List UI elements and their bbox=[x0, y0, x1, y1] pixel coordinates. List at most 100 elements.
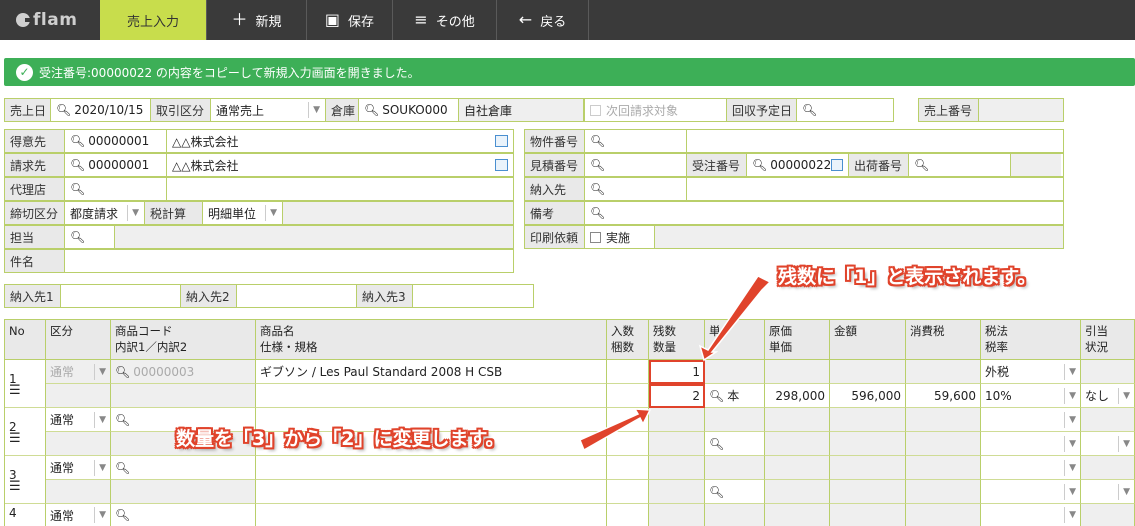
new-button[interactable]: ＋ 新規 bbox=[207, 0, 307, 40]
tab-sales-input[interactable]: 売上入力 bbox=[100, 0, 207, 40]
row-irisu[interactable] bbox=[607, 456, 649, 480]
row-status-select[interactable]: なし ▼ bbox=[1081, 384, 1135, 408]
row-price-input[interactable] bbox=[765, 480, 830, 504]
chevron-down-icon: ▼ bbox=[1064, 483, 1076, 500]
row-code-field[interactable]: 🔍︎ bbox=[111, 456, 256, 480]
col-code-sub-label: 内訳1／内訳2 bbox=[115, 340, 188, 354]
top-toolbar: flam 売上入力 ＋ 新規 ▣ 保存 ≡ その他 ← 戻る bbox=[0, 0, 1135, 40]
row-amount bbox=[830, 480, 906, 504]
row-price-input[interactable] bbox=[765, 432, 830, 456]
row-rate-select[interactable]: 10% ▼ bbox=[981, 384, 1081, 408]
row-konsu[interactable] bbox=[607, 432, 649, 456]
row-spec-field[interactable] bbox=[256, 480, 607, 504]
row-unit-field[interactable]: 🔍︎ bbox=[705, 432, 765, 456]
row-tax-top bbox=[906, 456, 981, 480]
delivery1-input[interactable] bbox=[61, 285, 181, 307]
search-icon: 🔍︎ bbox=[590, 158, 606, 172]
delivery2-input[interactable] bbox=[237, 285, 357, 307]
row-kubun-select[interactable]: 通常 ▼ bbox=[46, 360, 111, 384]
shipping-filler bbox=[1011, 154, 1061, 176]
row-irisu[interactable] bbox=[607, 504, 649, 526]
row-unit-field[interactable]: 🔍︎ 本 bbox=[705, 384, 765, 408]
row-irisu[interactable] bbox=[607, 408, 649, 432]
tax-calc-select[interactable]: 明細単位 ▼ bbox=[203, 202, 283, 224]
row-taxlaw-select[interactable]: 外税 ▼ bbox=[981, 360, 1081, 384]
estimate-field[interactable]: 🔍︎ bbox=[585, 154, 687, 176]
row-konsu[interactable] bbox=[607, 480, 649, 504]
next-billing-checkbox[interactable]: 次回請求対象 bbox=[585, 99, 727, 121]
drag-handle-icon[interactable]: ☰ bbox=[9, 480, 21, 493]
delivery3-input[interactable] bbox=[413, 285, 533, 307]
row-kubun-select[interactable]: 通常 ▼ bbox=[46, 504, 111, 526]
row-rate-select[interactable]: ▼ bbox=[981, 432, 1081, 456]
row-hikiate-top bbox=[1081, 408, 1135, 432]
lookup-icon[interactable] bbox=[831, 159, 843, 171]
row-hikiate-top bbox=[1081, 456, 1135, 480]
estimate-row: 見積番号 🔍︎ 受注番号 🔍︎ 00000022 出荷番号 🔍︎ bbox=[524, 153, 1064, 177]
row-rate-select[interactable]: ▼ bbox=[981, 480, 1081, 504]
print-label: 印刷依頼 bbox=[525, 226, 585, 248]
row-taxlaw-select[interactable]: ▼ bbox=[981, 504, 1081, 526]
drag-handle-icon[interactable]: ☰ bbox=[9, 432, 21, 445]
customer-code-field[interactable]: 🔍︎ 00000001 bbox=[65, 130, 167, 152]
delivery-field[interactable]: 🔍︎ bbox=[585, 178, 687, 200]
checkbox-icon bbox=[590, 231, 601, 243]
remarks-field[interactable]: 🔍︎ bbox=[585, 202, 1063, 224]
customer-name-field[interactable]: △△株式会社 bbox=[167, 130, 513, 152]
row-name-field[interactable]: ギブソン / Les Paul Standard 2008 H CSB bbox=[256, 360, 607, 384]
save-button[interactable]: ▣ 保存 bbox=[307, 0, 393, 40]
row-name-field[interactable] bbox=[256, 504, 607, 526]
search-icon: 🔍︎ bbox=[590, 134, 606, 148]
col-irisu-label: 入数 bbox=[611, 324, 634, 338]
col-zan-sub-label: 数量 bbox=[653, 340, 676, 354]
row-price-input[interactable]: 298,000 bbox=[765, 384, 830, 408]
warehouse-code-field[interactable]: 🔍︎ SOUKO000 bbox=[359, 99, 459, 121]
closing-select[interactable]: 都度請求 ▼ bbox=[65, 202, 145, 224]
row-qty-input[interactable] bbox=[649, 432, 705, 456]
billing-name-field[interactable]: △△株式会社 bbox=[167, 154, 513, 176]
agent-code-field[interactable]: 🔍︎ bbox=[65, 178, 167, 200]
sales-date-field[interactable]: 🔍︎ 2020/10/15 bbox=[51, 99, 151, 121]
row-konsu[interactable] bbox=[607, 384, 649, 408]
drag-handle-icon[interactable]: ☰ bbox=[9, 384, 21, 397]
row-spec-field[interactable] bbox=[256, 384, 607, 408]
col-amount: 金額 bbox=[830, 320, 906, 360]
row-irisu[interactable] bbox=[607, 360, 649, 384]
row-name-field[interactable] bbox=[256, 456, 607, 480]
row-status-select[interactable]: ▼ bbox=[1081, 480, 1135, 504]
row-amount: 596,000 bbox=[830, 384, 906, 408]
row-kubun-select[interactable]: 通常 ▼ bbox=[46, 408, 111, 432]
more-button[interactable]: ≡ その他 bbox=[393, 0, 497, 40]
row-taxlaw-select[interactable]: ▼ bbox=[981, 456, 1081, 480]
person-field[interactable]: 🔍︎ bbox=[65, 226, 115, 248]
property-field[interactable]: 🔍︎ bbox=[585, 130, 687, 152]
row-amount-top bbox=[830, 360, 906, 384]
closing-label: 締切区分 bbox=[5, 202, 65, 224]
row-qty-input[interactable]: 2 bbox=[649, 384, 705, 408]
order-field[interactable]: 🔍︎ 00000022 bbox=[747, 154, 849, 176]
row-unit-field[interactable]: 🔍︎ bbox=[705, 480, 765, 504]
back-button[interactable]: ← 戻る bbox=[497, 0, 589, 40]
lookup-icon[interactable] bbox=[495, 159, 508, 171]
collection-date-field[interactable]: 🔍︎ bbox=[797, 99, 893, 121]
row-taxlaw-select[interactable]: ▼ bbox=[981, 408, 1081, 432]
row-hikiate-top bbox=[1081, 504, 1135, 526]
row-unit-top bbox=[705, 456, 765, 480]
row-kubun-select[interactable]: 通常 ▼ bbox=[46, 456, 111, 480]
col-cost-label: 原価 bbox=[769, 324, 792, 338]
lookup-icon[interactable] bbox=[495, 135, 508, 147]
search-icon: 🔍︎ bbox=[709, 388, 725, 403]
row-qty-input[interactable] bbox=[649, 480, 705, 504]
row-tax: 59,600 bbox=[906, 384, 981, 408]
row-code-field[interactable]: 🔍︎ 00000003 bbox=[111, 360, 256, 384]
billing-code-field[interactable]: 🔍︎ 00000001 bbox=[65, 154, 167, 176]
print-checkbox[interactable]: 実施 bbox=[585, 226, 655, 248]
warehouse-code-value: SOUKO000 bbox=[382, 103, 448, 117]
shipping-field[interactable]: 🔍︎ bbox=[909, 154, 1011, 176]
col-unit-label: 単 bbox=[709, 324, 721, 338]
chevron-down-icon: ▼ bbox=[1118, 483, 1130, 500]
row-status-select[interactable]: ▼ bbox=[1081, 432, 1135, 456]
trade-type-select[interactable]: 通常売上 ▼ bbox=[211, 99, 326, 121]
subject-input[interactable] bbox=[65, 250, 513, 272]
row-code-field[interactable]: 🔍︎ bbox=[111, 504, 256, 526]
